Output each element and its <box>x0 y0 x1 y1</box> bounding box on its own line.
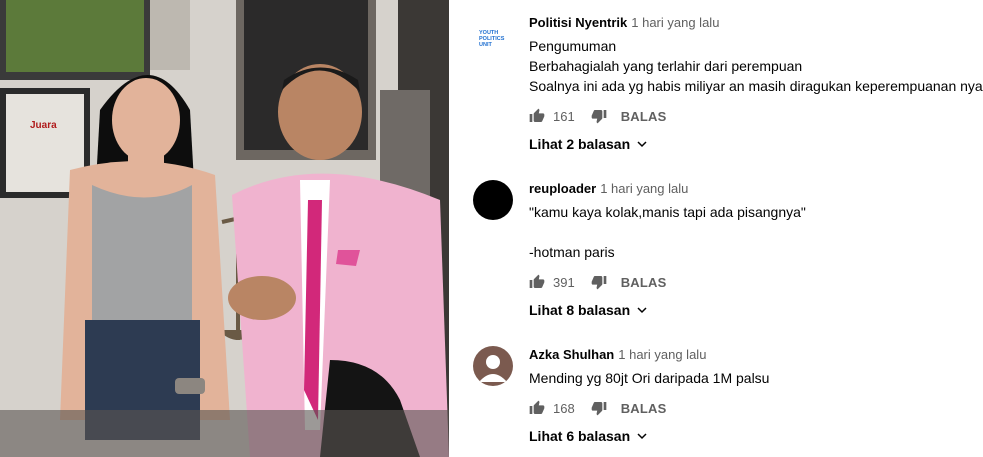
comment-line: Mending yg 80jt Ori daripada 1M palsu <box>529 370 770 386</box>
like-count: 168 <box>553 400 575 416</box>
reply-button[interactable]: BALAS <box>621 275 667 290</box>
comment-line: Berbahagialah yang terlahir dari perempu… <box>529 58 803 74</box>
like-icon[interactable] <box>529 108 545 124</box>
comment-text: Mending yg 80jt Ori daripada 1M palsu <box>529 368 983 388</box>
comment-line: "kamu kaya kolak,manis tapi ada pisangny… <box>529 204 806 220</box>
youth-politics-unit-logo-icon: YOUTH POLITICS UNIT <box>479 30 505 48</box>
comment-author[interactable]: Politisi Nyentrik <box>529 15 627 30</box>
default-user-avatar-icon <box>479 355 507 382</box>
dislike-icon[interactable] <box>591 274 607 290</box>
comment-time[interactable]: 1 hari yang lalu <box>618 347 706 362</box>
view-replies-button[interactable]: Lihat 8 balasan <box>529 302 983 318</box>
comment-line: -hotman paris <box>529 244 615 260</box>
comment-actions: 168 BALAS <box>529 398 983 418</box>
comment-meta: Politisi Nyentrik 1 hari yang lalu <box>529 14 983 32</box>
comment-line: Soalnya ini ada yg habis miliyar an masi… <box>529 78 983 94</box>
comment-meta: reuploader 1 hari yang lalu <box>529 180 983 198</box>
dislike-icon[interactable] <box>591 108 607 124</box>
chevron-down-icon <box>637 141 647 148</box>
like-icon[interactable] <box>529 274 545 290</box>
avatar[interactable] <box>473 180 513 220</box>
like-count: 391 <box>553 274 575 290</box>
avatar[interactable] <box>473 346 513 386</box>
view-replies-label: Lihat 2 balasan <box>529 136 631 152</box>
view-replies-button[interactable]: Lihat 2 balasan <box>529 136 983 152</box>
reply-button[interactable]: BALAS <box>621 401 667 416</box>
like-icon[interactable] <box>529 400 545 416</box>
comments-panel: YOUTH POLITICS UNIT Politisi Nyentrik 1 h… <box>449 0 983 457</box>
chevron-down-icon <box>637 433 647 440</box>
comment-actions: 391 BALAS <box>529 272 983 292</box>
comment-meta: Azka Shulhan 1 hari yang lalu <box>529 346 983 364</box>
dislike-icon[interactable] <box>591 400 607 416</box>
like-count: 161 <box>553 108 575 124</box>
comment-line: Pengumuman <box>529 38 617 54</box>
reply-button[interactable]: BALAS <box>621 109 667 124</box>
comment-actions: 161 BALAS <box>529 106 983 126</box>
view-replies-button[interactable]: Lihat 6 balasan <box>529 428 983 444</box>
avatar[interactable]: YOUTH POLITICS UNIT <box>473 18 513 58</box>
chevron-down-icon <box>637 307 647 314</box>
comment-time[interactable]: 1 hari yang lalu <box>631 15 719 30</box>
video-frame[interactable]: Juara <box>0 0 449 457</box>
comment-text: Pengumuman Berbahagialah yang terlahir d… <box>529 36 983 96</box>
comment-time[interactable]: 1 hari yang lalu <box>600 181 688 196</box>
comment-author[interactable]: Azka Shulhan <box>529 347 614 362</box>
view-replies-label: Lihat 6 balasan <box>529 428 631 444</box>
svg-text:UNIT: UNIT <box>479 42 492 48</box>
poster-text: Juara <box>30 120 57 131</box>
comment-line <box>529 222 983 242</box>
comment-author[interactable]: reuploader <box>529 181 596 196</box>
video-scene: Juara <box>0 0 449 457</box>
view-replies-label: Lihat 8 balasan <box>529 302 631 318</box>
comment-text: "kamu kaya kolak,manis tapi ada pisangny… <box>529 202 983 262</box>
